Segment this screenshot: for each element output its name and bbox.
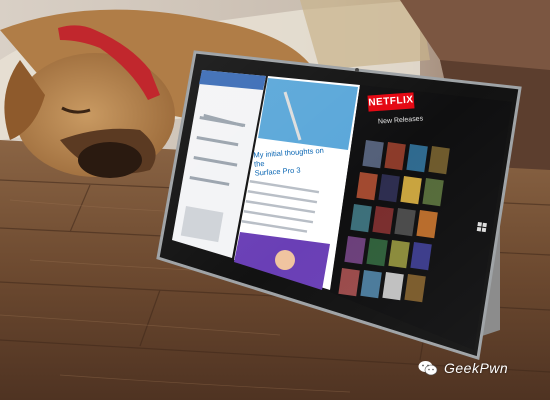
photo-scene: NETFLIX New Releases My initial thoughts…: [0, 0, 550, 400]
article-headline: My initial thoughts on the Surface Pro 3: [253, 145, 331, 178]
watermark: GeekPwn: [418, 360, 508, 376]
dog-nose: [78, 142, 142, 178]
netflix-logo: NETFLIX: [367, 92, 415, 112]
wechat-icon: [418, 361, 438, 376]
watermark-text: GeekPwn: [444, 360, 509, 376]
photo: [0, 0, 550, 400]
